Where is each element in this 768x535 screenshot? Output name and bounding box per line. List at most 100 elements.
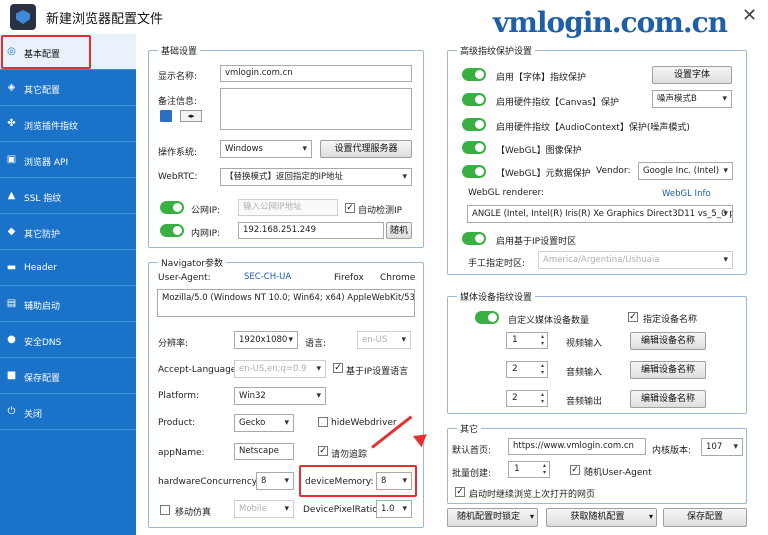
audio-input-count[interactable]: 2 — [506, 361, 548, 378]
dropdown-icon: ▾ — [529, 512, 534, 521]
lan-ip-input[interactable]: 192.168.251.249 — [238, 222, 384, 239]
dnt-checkbox[interactable]: ✓ — [318, 446, 328, 456]
webgl-info-link[interactable]: WebGL Info — [662, 189, 711, 199]
note-textarea[interactable] — [220, 88, 412, 130]
lan-ip-label: 内网IP: — [191, 229, 221, 239]
display-name-label: 显示名称: — [158, 72, 198, 82]
sidebar-item-browser-api[interactable]: ▣ 浏览器 API — [0, 142, 136, 178]
webgl-meta-toggle[interactable] — [462, 165, 486, 178]
vendor-label: Vendor: — [596, 166, 631, 176]
mobile-select[interactable]: Mobile — [234, 500, 294, 518]
os-select[interactable]: Windows — [220, 140, 312, 158]
header-icon: ▬ — [6, 262, 17, 273]
edit-audio-input-name-button[interactable]: 编辑设备名称 — [630, 361, 706, 379]
canvas-mode-select[interactable]: 噪声模式B — [652, 90, 732, 108]
homepage-input[interactable]: https://www.vmlogin.com.cn — [508, 438, 646, 455]
language-select[interactable]: en-US — [357, 331, 411, 349]
platform-select[interactable]: Win32 — [234, 387, 326, 405]
sidebar-item-plugin-fp[interactable]: ✤ 浏览插件指纹 — [0, 106, 136, 142]
accept-language-select[interactable]: en-US,en;q=0.9 — [234, 360, 326, 378]
auto-detect-checkbox[interactable]: ✓ — [345, 203, 355, 213]
kernel-select[interactable]: 107 — [701, 438, 743, 456]
sidebar-item-save[interactable]: ■ 保存配置 — [0, 358, 136, 394]
random-ua-checkbox[interactable]: ✓ — [570, 465, 580, 475]
sidebar-item-close[interactable]: ⏻ 关闭 — [0, 394, 136, 430]
ua-tab-firefox[interactable]: Firefox — [334, 273, 364, 283]
resolution-select[interactable]: 1920x1080 — [234, 331, 298, 349]
lan-ip-toggle[interactable] — [160, 224, 184, 237]
ua-label: User-Agent: — [158, 273, 211, 283]
sidebar-item-label: 其它防护 — [24, 230, 61, 240]
canvas-toggle[interactable] — [462, 93, 486, 106]
restore-session-label: 启动时继续浏览上次打开的网页 — [469, 490, 596, 500]
sidebar-item-label: 关闭 — [24, 410, 43, 420]
public-ip-input[interactable]: 输入公网IP地址 — [238, 199, 338, 216]
display-name-input[interactable]: vmlogin.com.cn — [220, 65, 412, 82]
sidebar-item-dns[interactable]: ● 安全DNS — [0, 322, 136, 358]
hide-webdriver-checkbox[interactable] — [318, 417, 328, 427]
dpr-select[interactable]: 1.0 — [376, 500, 412, 518]
webgl-image-label: 【WebGL】图像保护 — [496, 146, 582, 156]
random-ua-label: 随机User-Agent — [584, 468, 652, 478]
audio-input-label: 音频输入 — [566, 368, 603, 378]
appname-input[interactable]: Netscape — [234, 443, 294, 460]
restore-session-checkbox[interactable]: ✓ — [455, 487, 465, 497]
sidebar-item-protection[interactable]: ◆ 其它防护 — [0, 214, 136, 250]
sidebar-item-ssl[interactable]: ▲ SSL 指纹 — [0, 178, 136, 214]
edit-audio-output-name-button[interactable]: 编辑设备名称 — [630, 390, 706, 408]
font-toggle[interactable] — [462, 68, 486, 81]
batch-count[interactable]: 1 — [508, 461, 550, 478]
renderer-select[interactable]: ANGLE (Intel, Intel(R) Iris(R) Xe Graphi… — [467, 205, 733, 223]
audio-toggle[interactable] — [462, 118, 486, 131]
webgl-image-toggle[interactable] — [462, 141, 486, 154]
ip-language-label: 基于IP设置语言 — [346, 367, 409, 377]
sidebar-item-header[interactable]: ▬ Header — [0, 250, 136, 286]
edit-video-name-button[interactable]: 编辑设备名称 — [630, 332, 706, 350]
specify-name-checkbox[interactable]: ✓ — [628, 312, 638, 322]
get-random-config-button[interactable]: 获取随机配置 ▾ — [546, 508, 657, 527]
scroll-arrows-icon[interactable]: ◂▸ — [180, 110, 202, 122]
product-select[interactable]: Gecko — [234, 414, 294, 432]
ua-tab-sec-ch-ua[interactable]: SEC-CH-UA — [244, 272, 291, 282]
ua-tab-chrome[interactable]: Chrome — [380, 273, 415, 283]
renderer-label: WebGL renderer: — [468, 188, 545, 198]
window-title: 新建浏览器配置文件 — [46, 12, 164, 27]
video-input-label: 视频输入 — [566, 339, 603, 349]
device-memory-select[interactable]: 8 — [376, 472, 412, 490]
product-label: Product: — [158, 418, 196, 428]
os-label: 操作系统: — [158, 148, 198, 158]
ua-textarea[interactable]: Mozilla/5.0 (Windows NT 10.0; Win64; x64… — [157, 289, 415, 317]
sidebar-item-label: 辅助启动 — [24, 302, 61, 312]
audio-output-label: 音频输出 — [566, 397, 603, 407]
manual-timezone-select[interactable]: America/Argentina/Ushuaia — [538, 251, 733, 269]
puzzle-icon: ✤ — [7, 118, 16, 129]
audio-output-count[interactable]: 2 — [506, 390, 548, 407]
platform-label: Platform: — [158, 391, 199, 401]
proxy-button[interactable]: 设置代理服务器 — [320, 140, 412, 158]
sidebar-item-label: SSL 指纹 — [24, 194, 62, 204]
ip-language-checkbox[interactable]: ✓ — [333, 363, 343, 373]
timezone-toggle[interactable] — [462, 232, 486, 245]
resolution-label: 分辨率: — [158, 339, 189, 349]
close-icon[interactable]: ✕ — [742, 5, 757, 26]
set-font-button[interactable]: 设置字体 — [652, 66, 732, 84]
lock-icon: ▲ — [7, 190, 16, 201]
vendor-select[interactable]: Google Inc. (Intel) — [638, 162, 733, 180]
cmd-icon: ▤ — [6, 298, 17, 309]
hardware-concurrency-select[interactable]: 8 — [256, 472, 294, 490]
webrtc-select[interactable]: 【替换模式】返回指定的IP地址 — [220, 168, 412, 186]
mobile-emulation-checkbox[interactable] — [160, 505, 170, 515]
home-icon[interactable] — [160, 110, 172, 122]
public-ip-toggle[interactable] — [160, 201, 184, 214]
custom-media-toggle[interactable] — [475, 311, 499, 324]
video-input-count[interactable]: 1 — [506, 332, 548, 349]
sidebar-item-other-config[interactable]: ◈ 其它配置 — [0, 70, 136, 106]
random-ip-button[interactable]: 随机 — [386, 222, 412, 239]
sidebar-item-launch[interactable]: ▤ 辅助启动 — [0, 286, 136, 322]
group-title: 其它 — [457, 422, 482, 435]
save-icon: ■ — [6, 370, 17, 381]
save-config-button[interactable]: 保存配置 — [663, 508, 747, 527]
specify-name-label: 指定设备名称 — [643, 315, 698, 325]
dnt-label: 请勿追踪 — [331, 450, 368, 460]
lock-random-button[interactable]: 随机配置时锁定 ▾ — [447, 508, 538, 527]
